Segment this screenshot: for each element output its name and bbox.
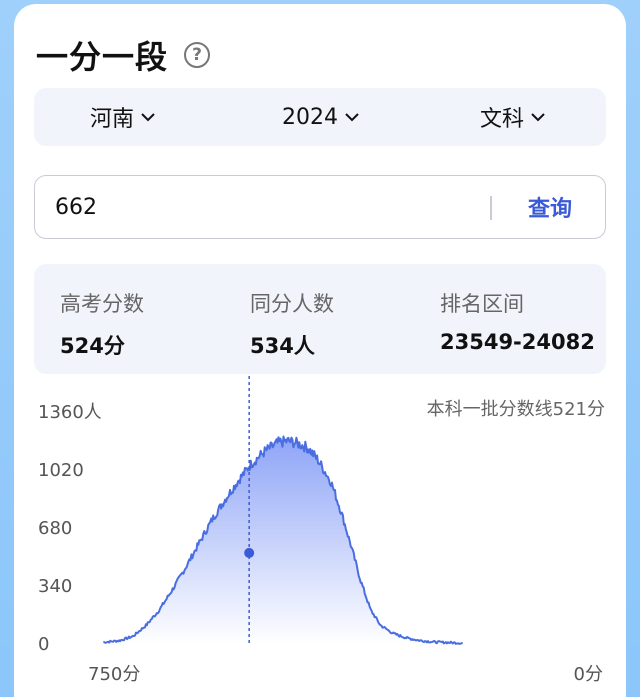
year-select[interactable]: 2024 — [282, 88, 360, 146]
stat-rank-range: 排名区间 23549-24082 — [440, 288, 595, 354]
stat-same-count-label: 同分人数 — [250, 292, 334, 316]
chevron-down-icon — [345, 113, 359, 122]
title-row: 一分一段 ? — [36, 32, 211, 78]
subject-select-label: 文科 — [480, 107, 525, 132]
score-stats-panel: 高考分数 524分 同分人数 534人 排名区间 23549-24082 — [34, 264, 606, 374]
year-select-label: 2024 — [282, 104, 338, 130]
score-input[interactable] — [55, 176, 475, 238]
stat-same-count: 同分人数 534人 — [250, 288, 334, 360]
subject-select[interactable]: 文科 — [480, 88, 546, 146]
stat-rank-range-label: 排名区间 — [440, 292, 524, 316]
search-button[interactable]: 查询 — [505, 176, 595, 238]
stat-rank-range-value: 23549-24082 — [440, 330, 595, 354]
chevron-down-icon — [141, 113, 155, 122]
question-circle-icon[interactable]: ? — [184, 42, 211, 68]
search-divider — [490, 196, 492, 220]
filter-selectors: 河南 2024 文科 — [34, 88, 606, 146]
stat-score-value: 524分 — [60, 334, 125, 358]
province-select-label: 河南 — [90, 107, 135, 132]
chevron-down-icon — [531, 113, 545, 122]
stat-same-count-value: 534人 — [250, 334, 315, 358]
stat-score-label: 高考分数 — [60, 292, 144, 316]
province-select[interactable]: 河南 — [90, 88, 156, 146]
page-title: 一分一段 — [36, 38, 169, 76]
stat-score: 高考分数 524分 — [60, 288, 144, 360]
score-search-box: 查询 — [34, 175, 606, 239]
